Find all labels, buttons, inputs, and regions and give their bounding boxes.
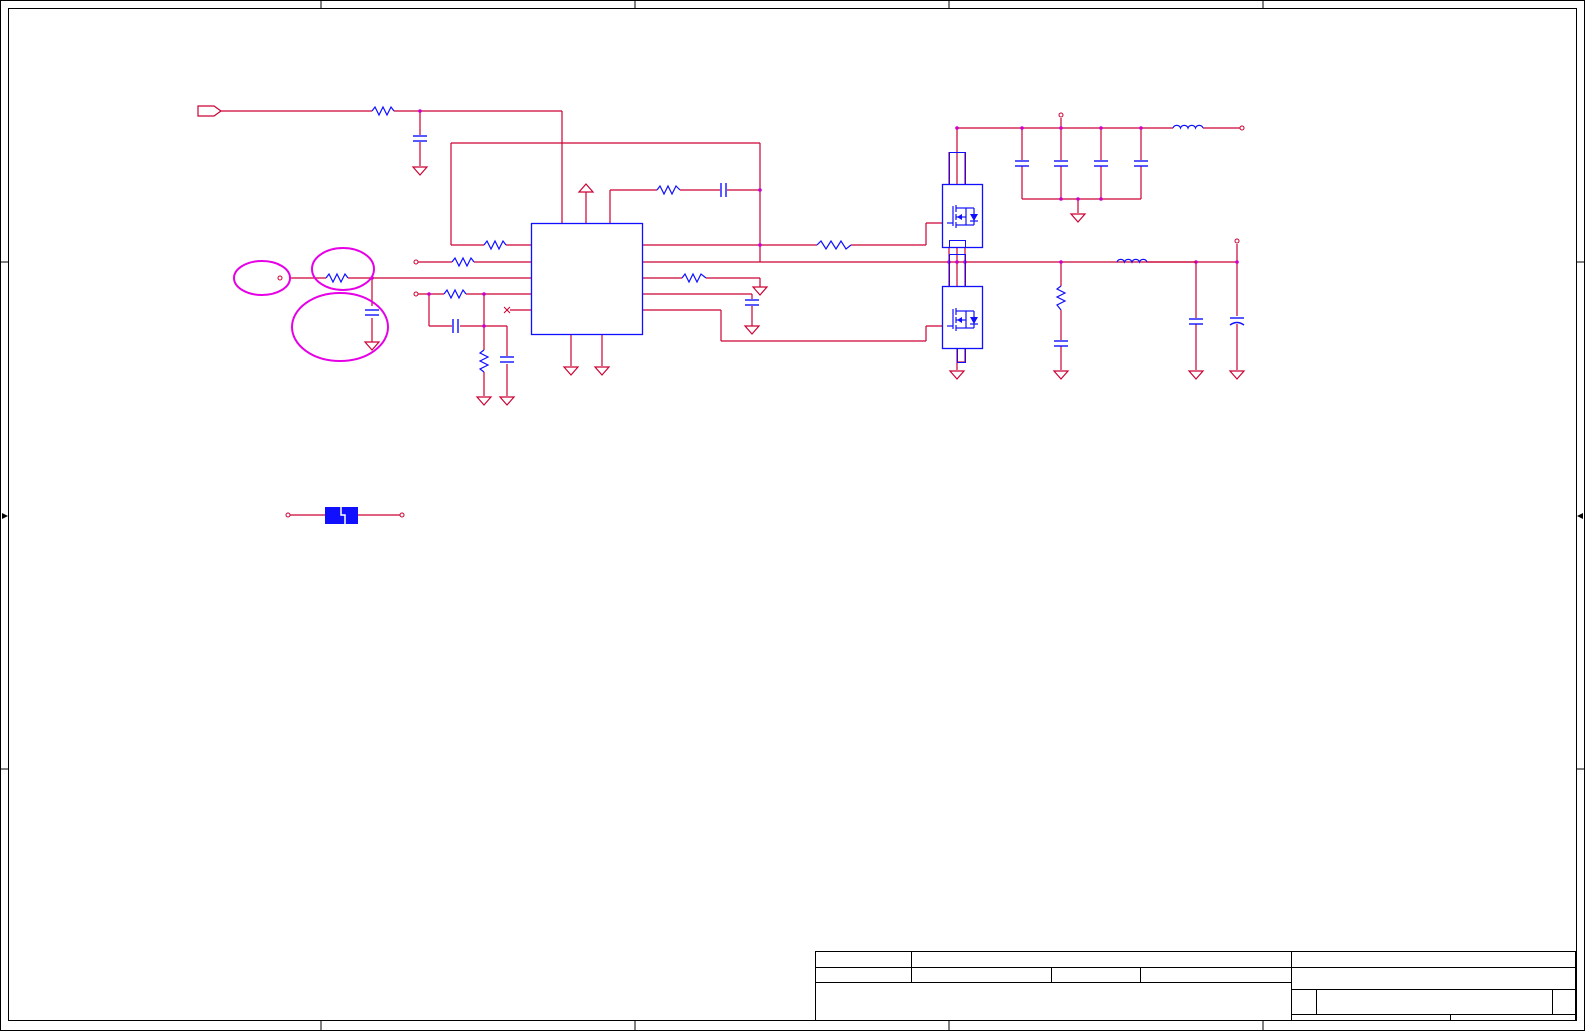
capacitor-bootstrap (720, 183, 727, 197)
capacitors (365, 135, 1245, 363)
capacitor-bulk-2 (1054, 160, 1068, 167)
ground-symbol (743, 325, 761, 335)
ground-symbol (411, 166, 429, 176)
schematic-sheet (0, 0, 1585, 1031)
resistor-right-1 (681, 272, 707, 284)
resistor-snubber (1055, 285, 1067, 311)
resistor-feedback (483, 239, 507, 251)
resistor-left-2 (325, 272, 349, 284)
junctions (370, 109, 1239, 328)
center-mark-left (2, 513, 8, 519)
resistor-left-3 (443, 288, 467, 300)
center-mark-right (1577, 513, 1583, 519)
capacitor-right (745, 299, 759, 306)
title-block (815, 951, 1576, 1021)
capacitor-output-polarized (1229, 317, 1245, 326)
ground-symbol (593, 366, 611, 376)
fuse-link-component (325, 507, 358, 524)
resistor-gate-high (816, 239, 852, 251)
ground-symbol (1052, 370, 1070, 380)
resistor-vertical-1 (478, 349, 490, 373)
ground-symbols (363, 166, 1246, 406)
capacitor-bulk-4 (1134, 160, 1148, 167)
no-connect-marker (503, 306, 511, 314)
capacitor-snubber (1054, 340, 1068, 347)
sheet-frame (0, 0, 1585, 1031)
capacitor-bulk-1 (1015, 160, 1029, 167)
markup-circle-capacitor (291, 292, 389, 362)
ground-symbol (1187, 370, 1205, 380)
ground-symbol (475, 396, 493, 406)
ground-symbol (562, 366, 580, 376)
capacitor-comp (500, 356, 514, 363)
resistor-left-1 (451, 256, 475, 268)
capacitor-output (1189, 318, 1203, 325)
net-ports (277, 112, 1245, 518)
off-page-connector (197, 105, 223, 117)
ground-symbol (948, 370, 966, 380)
capacitor-comp-series (452, 319, 459, 333)
resistor-input (371, 105, 395, 117)
markup-annotations (233, 247, 389, 362)
capacitor-input (413, 135, 427, 142)
power-arrow-symbol (577, 183, 595, 193)
markup-circle-resistor (311, 247, 375, 291)
ground-symbol (751, 286, 769, 296)
inductors (1116, 124, 1204, 264)
controller-ic (530, 222, 644, 336)
ground-symbol (1069, 213, 1087, 223)
resistor-bootstrap (656, 184, 681, 196)
ground-symbol (1228, 370, 1246, 380)
inductor-input (1172, 124, 1204, 130)
wires (220, 110, 1240, 516)
ground-symbol (498, 396, 516, 406)
capacitor-bulk-3 (1094, 160, 1108, 167)
capacitor-left-filter (365, 309, 379, 316)
